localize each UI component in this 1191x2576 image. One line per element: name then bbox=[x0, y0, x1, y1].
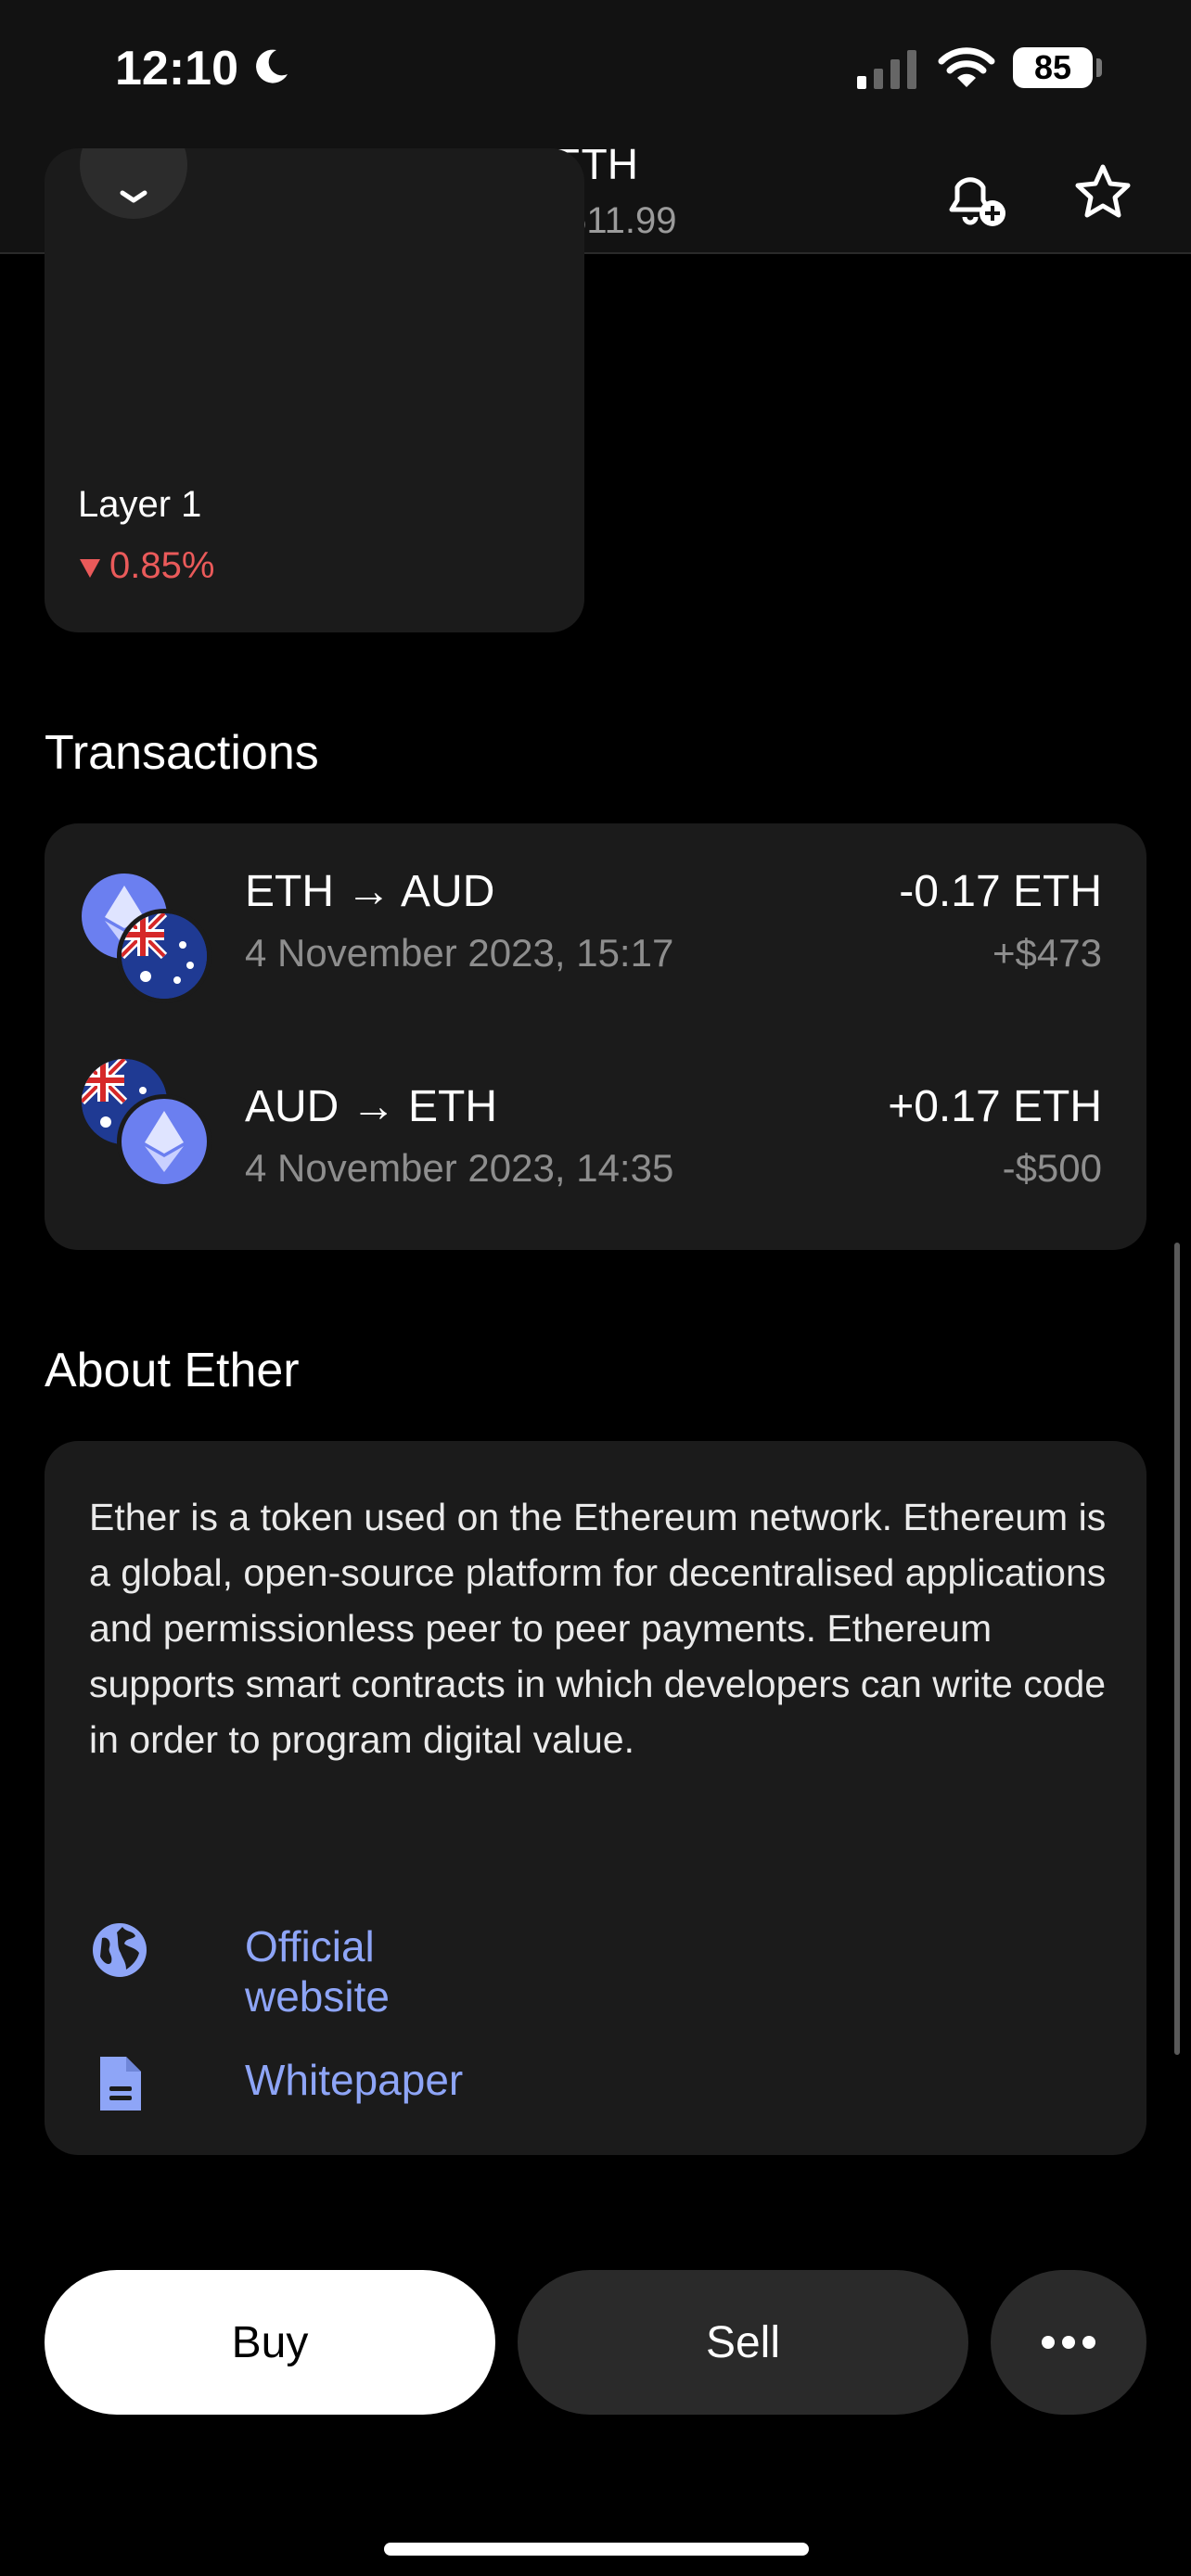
about-heading: About Ether bbox=[45, 1344, 300, 1397]
buy-button[interactable]: Buy bbox=[45, 2270, 495, 2415]
transaction-fiat: +$473 bbox=[992, 931, 1102, 975]
pair-icons bbox=[82, 1059, 211, 1189]
category-change: 0.85% bbox=[78, 545, 214, 587]
about-description: Ether is a token used on the Ethereum ne… bbox=[89, 1496, 1107, 1761]
scrollbar[interactable] bbox=[1174, 1243, 1180, 2055]
whitepaper-label: Whitepaper bbox=[245, 2056, 464, 2104]
about-card: Ether is a token used on the Ethereum ne… bbox=[45, 1441, 1146, 2155]
transaction-row[interactable]: ETH → AUD 4 November 2023, 15:17 -0.17 E… bbox=[45, 844, 1146, 1003]
category-change-value: 0.85% bbox=[109, 545, 215, 586]
transaction-amount: +0.17 ETH bbox=[888, 1082, 1102, 1131]
transaction-fiat: -$500 bbox=[1002, 1146, 1102, 1190]
transaction-title: AUD → ETH bbox=[245, 1082, 498, 1131]
pair-icons bbox=[82, 874, 211, 1003]
transaction-amount: -0.17 ETH bbox=[899, 867, 1102, 916]
signal-icon bbox=[857, 50, 916, 89]
document-icon bbox=[100, 2057, 141, 2111]
transaction-title: ETH → AUD bbox=[245, 867, 495, 916]
star-icon[interactable] bbox=[1072, 161, 1133, 223]
status-time: 12:10 bbox=[115, 42, 238, 96]
transaction-date: 4 November 2023, 14:35 bbox=[245, 1146, 674, 1190]
transactions-card: ETH → AUD 4 November 2023, 15:17 -0.17 E… bbox=[45, 823, 1146, 1250]
category-name: Layer 1 bbox=[78, 484, 202, 525]
australia-flag-icon bbox=[117, 909, 211, 1003]
moon-icon bbox=[256, 49, 288, 83]
layers-icon bbox=[120, 190, 147, 203]
status-bar: 12:10 85 bbox=[0, 0, 1191, 139]
wifi-icon bbox=[938, 47, 995, 87]
globe-icon bbox=[93, 1923, 147, 1977]
category-icon bbox=[80, 148, 187, 219]
eth-coin-icon bbox=[117, 1094, 211, 1189]
transaction-date: 4 November 2023, 15:17 bbox=[245, 931, 674, 975]
more-dots-icon bbox=[1042, 2336, 1095, 2349]
sell-button[interactable]: Sell bbox=[518, 2270, 968, 2415]
home-indicator bbox=[384, 2543, 809, 2556]
battery-tip bbox=[1096, 58, 1102, 77]
official-website-label: Official website bbox=[245, 1922, 390, 2021]
battery-indicator: 85 bbox=[1013, 47, 1093, 88]
category-card[interactable]: Layer 1 0.85% bbox=[45, 148, 584, 632]
transactions-heading: Transactions bbox=[45, 726, 319, 780]
transaction-row[interactable]: AUD → ETH 4 November 2023, 14:35 +0.17 E… bbox=[45, 1059, 1146, 1207]
more-button[interactable] bbox=[991, 2270, 1146, 2415]
triangle-down-icon bbox=[80, 559, 100, 578]
bell-add-icon[interactable] bbox=[939, 159, 1011, 232]
